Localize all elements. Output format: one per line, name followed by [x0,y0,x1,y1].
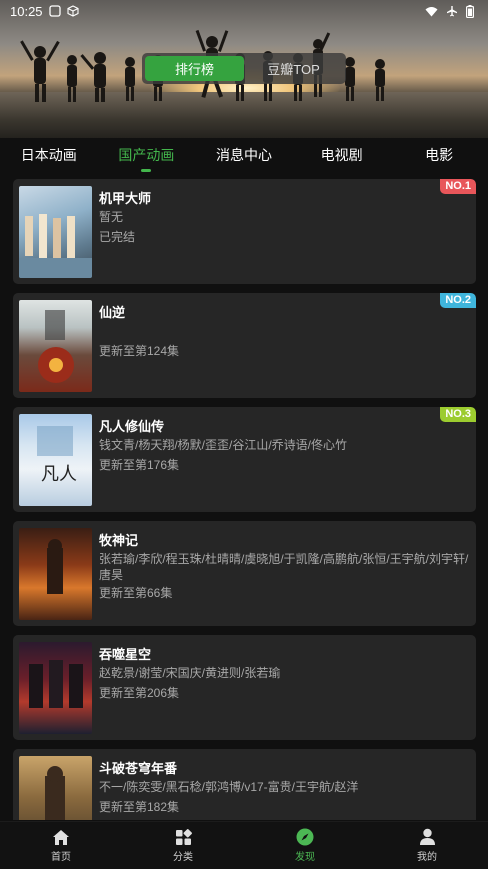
active-tab-indicator [141,169,152,172]
item-status: 更新至第66集 [99,586,173,600]
tab-chinese-anime[interactable]: 国产动画 [98,138,196,174]
status-bar: 10:25 [0,0,488,22]
user-icon [419,828,435,845]
home-icon [53,829,69,845]
tab-label: 消息中心 [215,147,272,163]
rank-badge: NO.2 [440,293,476,308]
tab-label: 电视剧 [320,147,363,163]
svg-text:凡人: 凡人 [41,464,77,485]
item-status: 更新至第176集 [99,458,180,472]
item-cast: 暂无 [99,210,124,224]
item-title: 牧神记 [99,533,139,548]
grid-icon [175,828,192,845]
tab-label: 电影 [425,147,454,163]
item-cast: 不一/陈奕雯/黑石稔/郭鸿博/v17-富贵/王宇航/赵洋 [99,780,359,794]
item-title: 仙逆 [99,305,126,320]
nav-home-label: 首页 [51,851,71,863]
item-title: 斗破苍穹年番 [99,761,178,776]
rank-badge: NO.3 [440,407,476,422]
nav-category[interactable]: 分类 [122,822,244,869]
tab-message-center[interactable]: 消息中心 [195,138,293,174]
segment-ranking[interactable]: 排行榜 [145,56,244,81]
list-item[interactable]: 斗破苍穹年番 不一/陈奕雯/黑石稔/郭鸿博/v17-富贵/王宇航/赵洋 更新至第… [13,749,476,820]
tab-label: 国产动画 [118,147,175,163]
nav-home[interactable]: 首页 [0,822,122,869]
tab-tv-series[interactable]: 电视剧 [293,138,391,174]
poster-image [19,300,92,392]
wifi-icon [425,6,438,16]
item-title: 吞噬星空 [99,647,152,662]
item-status: 更新至第124集 [99,344,180,358]
battery-icon [466,4,474,18]
poster-image [19,642,92,734]
item-status: 更新至第206集 [99,686,180,700]
item-title: 机甲大师 [99,191,152,206]
segment-douban-top[interactable]: 豆瓣TOP [244,56,343,81]
nav-profile-label: 我的 [417,852,437,863]
rank-badge: NO.1 [440,179,476,194]
cube-icon [66,5,79,17]
list-item[interactable]: 仙逆 更新至第124集 NO.2 [13,293,476,398]
tab-movies[interactable]: 电影 [390,138,488,174]
list-item[interactable]: 机甲大师 暂无 已完结 NO.1 [13,179,476,284]
poster-image: 凡人 [19,414,92,506]
ranking-list: 机甲大师 暂无 已完结 NO.1 仙逆 更新至第124集 NO.2 凡人 凡人修… [13,179,476,820]
tab-japanese-anime[interactable]: 日本动画 [0,138,98,174]
poster-image [19,756,92,820]
notification-icon [48,5,61,17]
nav-discover[interactable]: 发现 [244,822,366,869]
nav-category-label: 分类 [173,851,193,863]
status-time: 10:25 [10,3,43,19]
item-title: 凡人修仙传 [99,419,165,434]
compass-icon [296,828,314,846]
item-cast: 张若瑜/李欣/程玉珠/杜晴晴/虞晓旭/于凯隆/高鹏航/张恒/王宇航/刘宇轩/ [99,552,469,566]
list-item[interactable]: 牧神记 张若瑜/李欣/程玉珠/杜晴晴/虞晓旭/于凯隆/高鹏航/张恒/王宇航/刘宇… [13,521,476,626]
poster-image [19,528,92,620]
ranking-segment-control: 排行榜 豆瓣TOP [142,53,346,84]
nav-profile[interactable]: 我的 [366,822,488,869]
bottom-navigation: 首页 分类 发现 我的 [0,821,488,869]
poster-image [19,186,92,278]
item-status: 更新至第182集 [99,800,180,814]
item-cast: 赵乾景/谢莹/宋国庆/黄进则/张若瑜 [99,666,281,680]
item-cast-more: 唐昊 [99,568,124,582]
airplane-icon [447,6,457,17]
list-item[interactable]: 吞噬星空 赵乾景/谢莹/宋国庆/黄进则/张若瑜 更新至第206集 [13,635,476,740]
category-tabs: 日本动画 国产动画 消息中心 电视剧 电影 [0,138,488,174]
list-item[interactable]: 凡人 凡人修仙传 钱文青/杨天翔/杨默/歪歪/谷江山/乔诗语/佟心竹 更新至第1… [13,407,476,512]
tab-label: 日本动画 [20,147,77,163]
nav-discover-label: 发现 [295,852,315,863]
item-cast: 钱文青/杨天翔/杨默/歪歪/谷江山/乔诗语/佟心竹 [99,438,348,452]
item-status: 已完结 [99,230,136,244]
